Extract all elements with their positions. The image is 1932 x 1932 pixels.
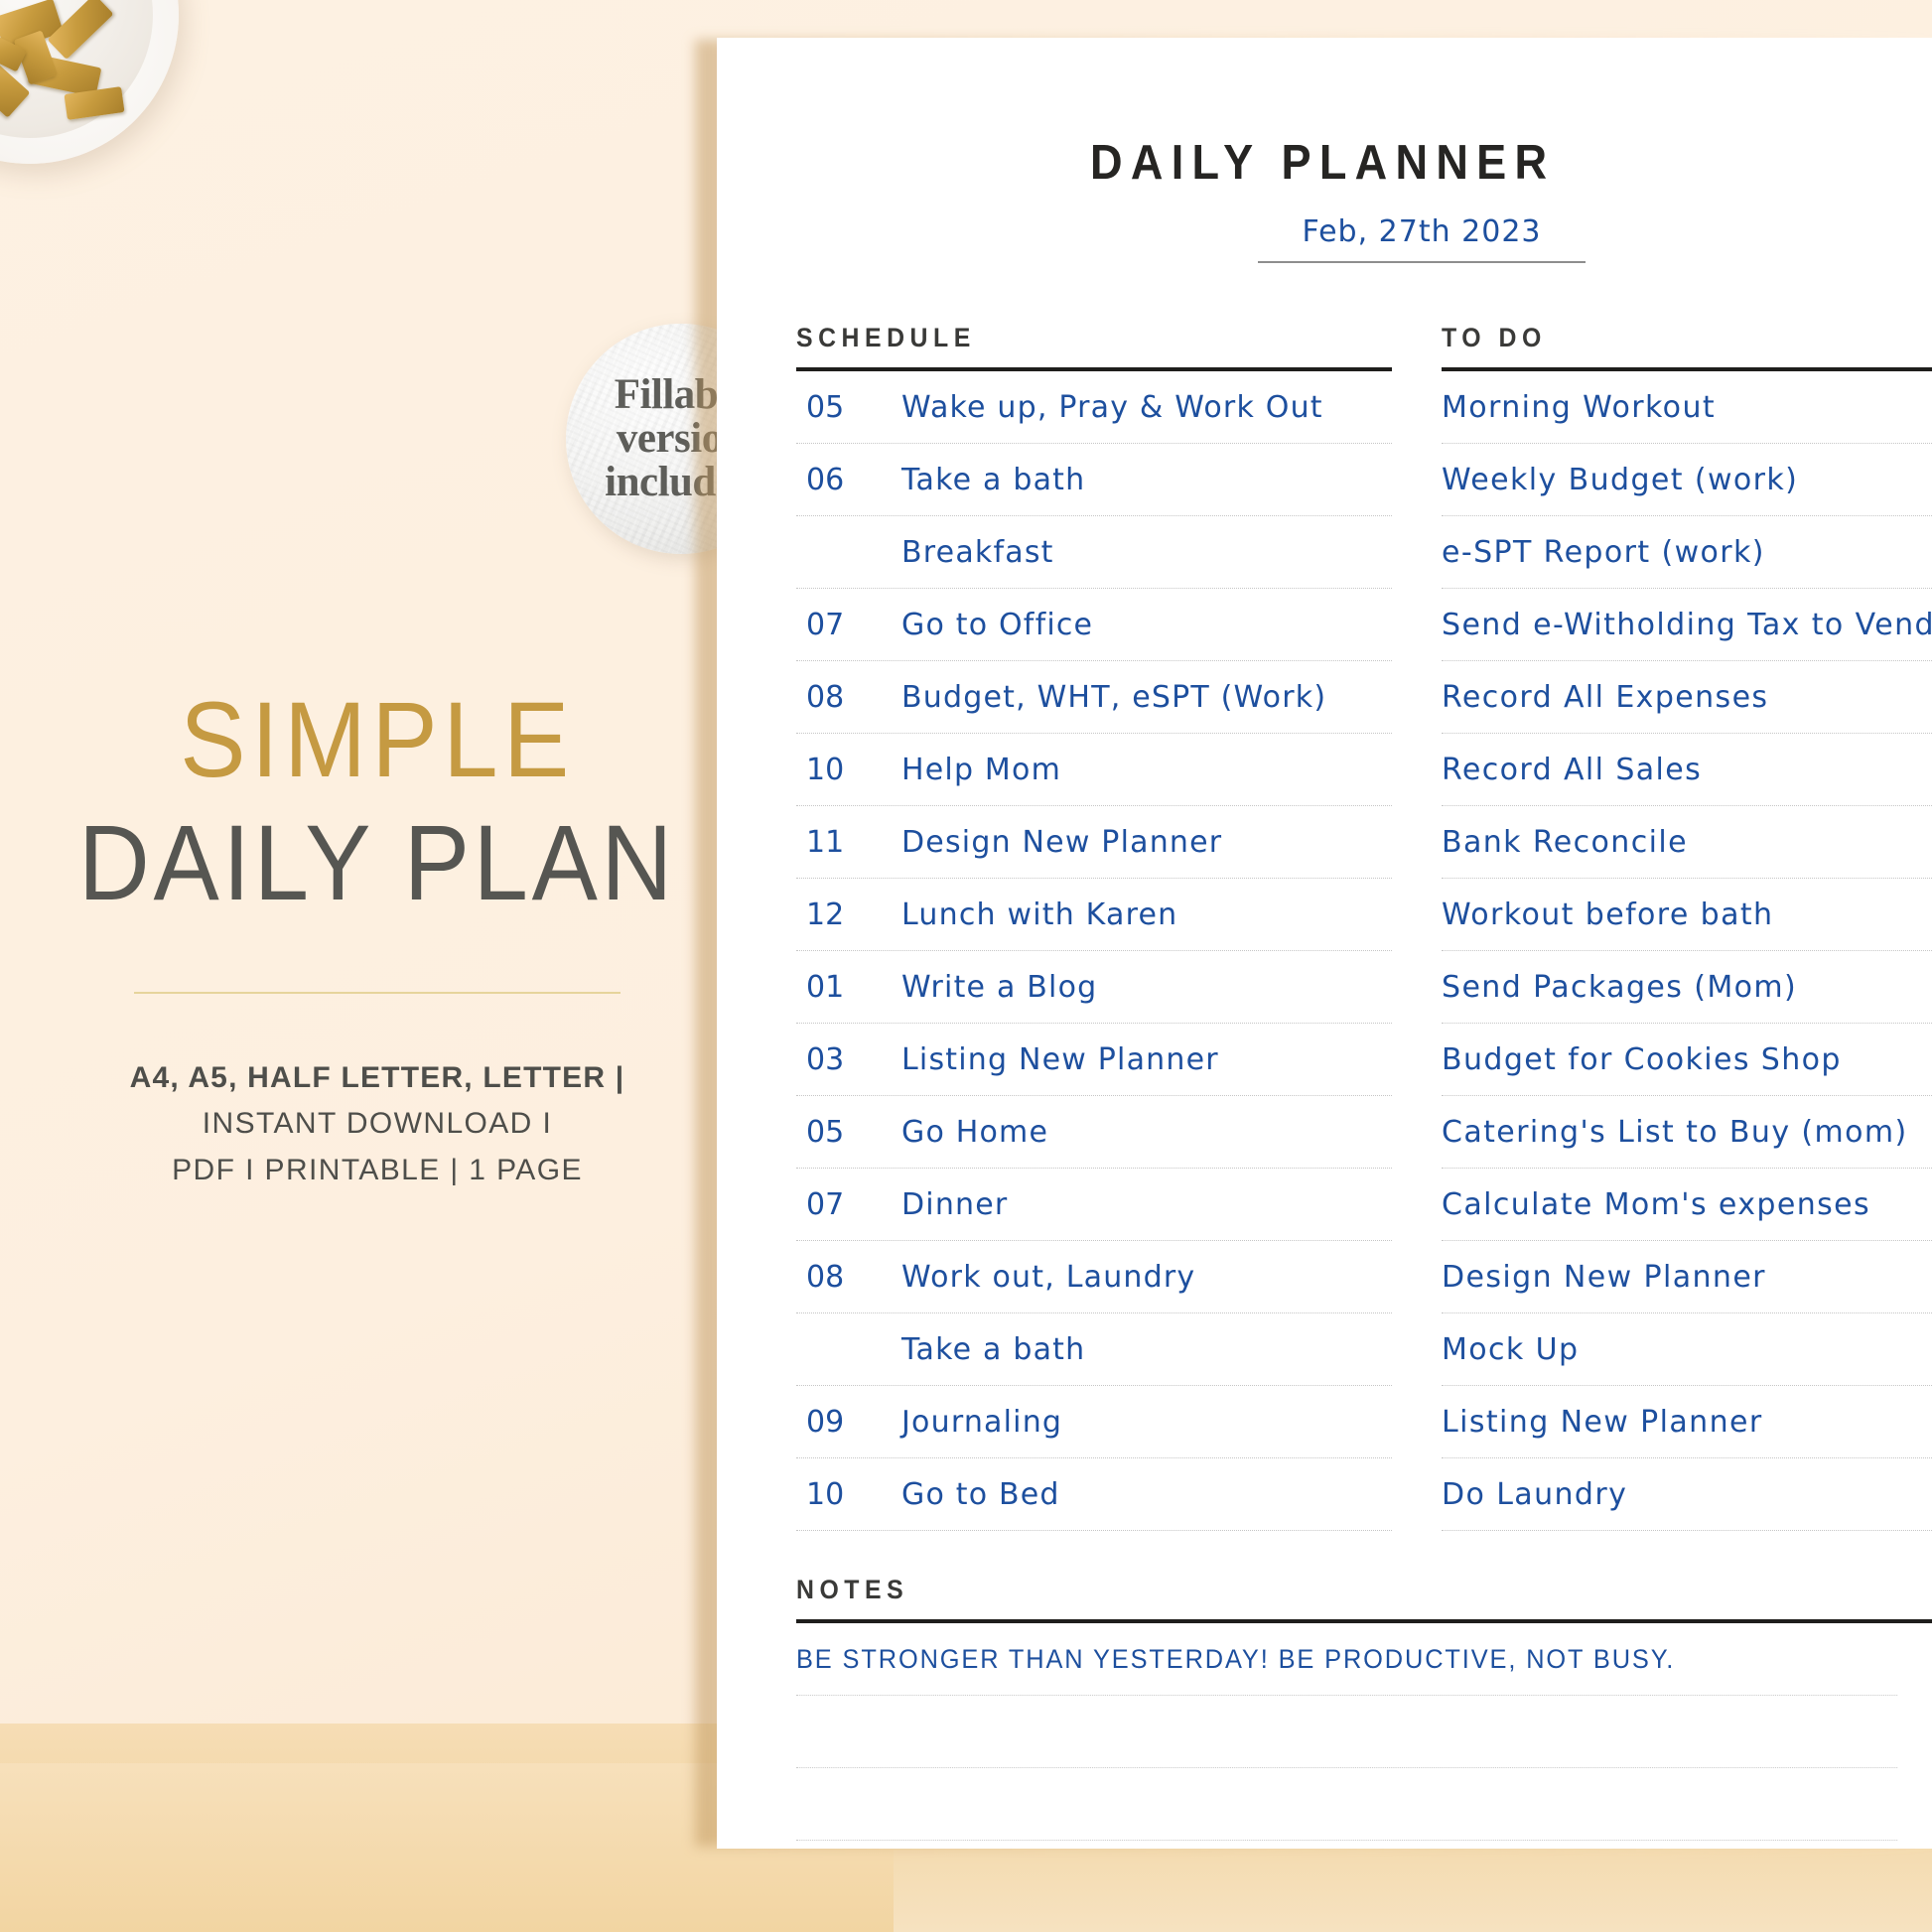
schedule-task[interactable]: Go Home: [901, 1115, 1392, 1150]
promo-format-info: A4, A5, HALF LETTER, LETTER | INSTANT DO…: [0, 1055, 755, 1194]
schedule-task[interactable]: Write a Blog: [901, 970, 1392, 1005]
schedule-row[interactable]: 07 Dinner: [796, 1169, 1392, 1241]
todo-item[interactable]: Do Laundry: [1442, 1458, 1932, 1531]
schedule-row[interactable]: 08 Budget, WHT, eSPT (Work): [796, 661, 1392, 734]
schedule-task[interactable]: Wake up, Pray & Work Out: [901, 390, 1392, 425]
planner-columns: SCHEDULE 05 Wake up, Pray & Work Out 06 Tak…: [796, 323, 1932, 1531]
schedule-column: SCHEDULE 05 Wake up, Pray & Work Out 06 Tak…: [796, 323, 1392, 1531]
schedule-task[interactable]: Dinner: [901, 1187, 1392, 1222]
planner-title: DAILY PLANNER: [1090, 136, 1556, 190]
schedule-row[interactable]: Take a bath: [796, 1313, 1392, 1386]
screenshot-root: SIMPLE DAILY PLAN A4, A5, HALF LETTER, L…: [0, 0, 1932, 1932]
todo-item[interactable]: Catering's List to Buy (mom): [1442, 1096, 1932, 1169]
todo-item[interactable]: Design New Planner: [1442, 1241, 1932, 1313]
notes-heading: NOTES: [796, 1575, 909, 1604]
todo-item[interactable]: Morning Workout: [1442, 371, 1932, 444]
schedule-task[interactable]: Lunch with Karen: [901, 897, 1392, 932]
schedule-row[interactable]: 11 Design New Planner: [796, 806, 1392, 879]
notes-line[interactable]: [796, 1768, 1898, 1841]
todo-item[interactable]: Send Packages (Mom): [1442, 951, 1932, 1024]
schedule-time[interactable]: 08: [796, 680, 884, 715]
notes-line[interactable]: [796, 1696, 1898, 1768]
notes-line[interactable]: [796, 1841, 1897, 1849]
schedule-time[interactable]: 07: [796, 1187, 884, 1222]
todo-item[interactable]: Bank Reconcile: [1442, 806, 1932, 879]
schedule-time[interactable]: 08: [796, 1260, 884, 1295]
schedule-task[interactable]: Work out, Laundry: [901, 1260, 1392, 1295]
schedule-row[interactable]: 10 Help Mom: [796, 734, 1392, 806]
schedule-time[interactable]: 10: [796, 753, 884, 787]
todo-item[interactable]: Record All Sales: [1442, 734, 1932, 806]
schedule-time[interactable]: 05: [796, 1115, 884, 1150]
schedule-time[interactable]: 07: [796, 608, 884, 642]
schedule-task[interactable]: Journaling: [901, 1405, 1392, 1440]
todo-item[interactable]: Send e-Witholding Tax to Vendor: [1442, 589, 1932, 661]
schedule-list: 05 Wake up, Pray & Work Out 06 Take a bath B…: [796, 371, 1392, 1531]
schedule-time[interactable]: 06: [796, 463, 884, 497]
todo-column: TO DO Morning Workout Weekly Budget (work…: [1442, 323, 1932, 1531]
todo-item[interactable]: Budget for Cookies Shop: [1442, 1024, 1932, 1096]
schedule-task[interactable]: Breakfast: [901, 535, 1392, 570]
promo-title-line2: DAILY PLAN: [78, 802, 676, 923]
todo-item[interactable]: e-SPT Report (work): [1442, 516, 1932, 589]
promo-title-line1: SIMPLE: [180, 679, 575, 799]
promo-pdf: PDF I PRINTABLE | 1 PAGE: [172, 1153, 583, 1186]
schedule-row[interactable]: 06 Take a bath: [796, 444, 1392, 516]
schedule-task[interactable]: Help Mom: [901, 753, 1392, 787]
schedule-task[interactable]: Go to Office: [901, 608, 1392, 642]
promo-formats: A4, A5, HALF LETTER, LETTER |: [129, 1060, 625, 1094]
todo-item[interactable]: Listing New Planner: [1442, 1386, 1932, 1458]
notes-section: NOTES BE STRONGER THAN YESTERDAY! BE PRO…: [796, 1575, 1932, 1849]
schedule-row[interactable]: 05 Wake up, Pray & Work Out: [796, 371, 1392, 444]
promo-download: INSTANT DOWNLOAD I: [202, 1107, 553, 1141]
todo-item[interactable]: Workout before bath: [1442, 879, 1932, 951]
planner-date-underline: [1258, 261, 1586, 263]
schedule-row[interactable]: 03 Listing New Planner: [796, 1024, 1392, 1096]
notes-line[interactable]: BE STRONGER THAN YESTERDAY! BE PRODUCTIV…: [796, 1623, 1898, 1696]
schedule-task[interactable]: Take a bath: [901, 463, 1392, 497]
schedule-time[interactable]: 12: [796, 897, 884, 932]
schedule-row[interactable]: Breakfast: [796, 516, 1392, 589]
schedule-heading: SCHEDULE: [796, 323, 976, 352]
notes-lines: BE STRONGER THAN YESTERDAY! BE PRODUCTIV…: [796, 1623, 1932, 1849]
schedule-time[interactable]: 03: [796, 1042, 884, 1077]
schedule-task[interactable]: Take a bath: [901, 1332, 1392, 1367]
schedule-row[interactable]: 12 Lunch with Karen: [796, 879, 1392, 951]
planner-sheet: DAILY PLANNER Feb, 27th 2023 SCHEDULE 05…: [717, 38, 1932, 1849]
todo-item[interactable]: Mock Up: [1442, 1313, 1932, 1386]
todo-heading: TO DO: [1442, 323, 1547, 352]
schedule-time[interactable]: 05: [796, 390, 884, 425]
schedule-task[interactable]: Design New Planner: [901, 825, 1392, 860]
schedule-task[interactable]: Go to Bed: [901, 1477, 1392, 1512]
planner-date-block: Feb, 27th 2023: [1258, 214, 1586, 263]
schedule-row[interactable]: 09 Journaling: [796, 1386, 1392, 1458]
todo-list: Morning Workout Weekly Budget (work) e-SPT…: [1442, 371, 1932, 1531]
schedule-row[interactable]: 07 Go to Office: [796, 589, 1392, 661]
schedule-task[interactable]: Listing New Planner: [901, 1042, 1392, 1077]
schedule-row[interactable]: 10 Go to Bed: [796, 1458, 1392, 1531]
schedule-time[interactable]: 09: [796, 1405, 884, 1440]
schedule-time[interactable]: 11: [796, 825, 884, 860]
promo-divider: [134, 991, 621, 994]
todo-item[interactable]: Calculate Mom's expenses: [1442, 1169, 1932, 1241]
schedule-task[interactable]: Budget, WHT, eSPT (Work): [901, 680, 1392, 715]
schedule-row[interactable]: 08 Work out, Laundry: [796, 1241, 1392, 1313]
todo-item[interactable]: Record All Expenses: [1442, 661, 1932, 734]
schedule-row[interactable]: 05 Go Home: [796, 1096, 1392, 1169]
promo-block: SIMPLE DAILY PLAN A4, A5, HALF LETTER, L…: [0, 679, 755, 1194]
todo-item[interactable]: Weekly Budget (work): [1442, 444, 1932, 516]
schedule-time[interactable]: 10: [796, 1477, 884, 1512]
schedule-time[interactable]: 01: [796, 970, 884, 1005]
planner-date-value[interactable]: Feb, 27th 2023: [1258, 214, 1586, 249]
schedule-row[interactable]: 01 Write a Blog: [796, 951, 1392, 1024]
